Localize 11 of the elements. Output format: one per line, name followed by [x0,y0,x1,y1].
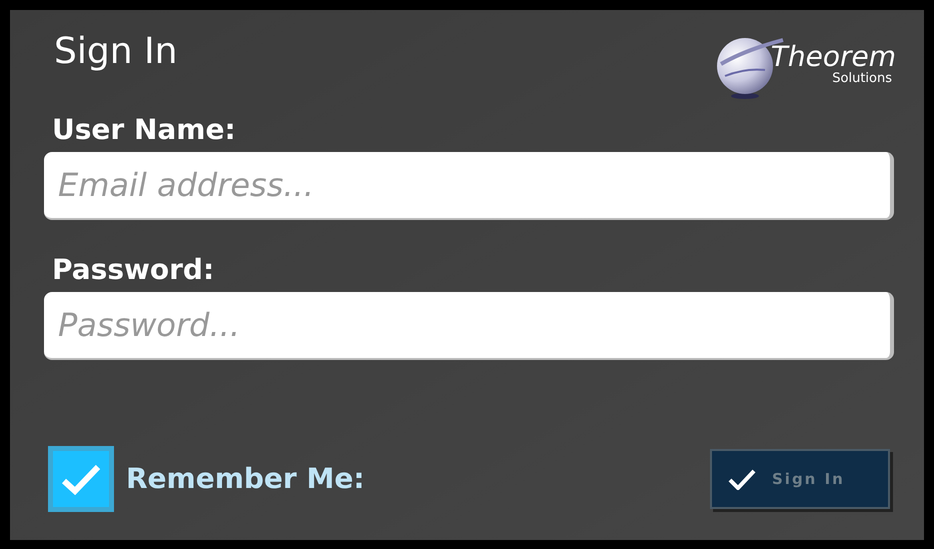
field-label: Password: [52,252,216,288]
logo-name: Theorem [770,42,896,72]
input-field[interactable]: Email address... [44,152,894,220]
check-icon [728,468,756,490]
input-field[interactable]: Password... [44,292,894,360]
logo-tagline: Solutions [832,72,892,86]
check-icon [61,463,101,495]
checkbox-label: Remember Me: [126,461,365,497]
window-title: Sign In [54,30,178,74]
field-label: User Name: [52,112,237,148]
checkbox[interactable] [48,446,114,512]
